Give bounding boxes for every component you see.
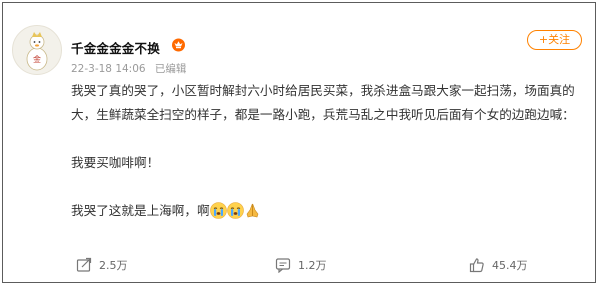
username[interactable]: 千金金金金不换 [71, 38, 160, 57]
crown-badge-icon[interactable] [171, 37, 186, 52]
post-paragraph: 我哭了真的哭了，小区暂时解封六小时给居民买菜，我杀进盒马跟大家一起扫荡，场面真的… [71, 83, 575, 122]
post-time[interactable]: 22-3-18 14:06 [71, 63, 146, 75]
post-meta: 22-3-18 14:06 已编辑 [71, 61, 186, 76]
like-button[interactable]: 45.4万 [469, 257, 528, 273]
share-icon [76, 257, 92, 272]
edited-label[interactable]: 已编辑 [155, 63, 187, 75]
crying-face-icon [209, 202, 227, 219]
svg-text:金: 金 [33, 54, 41, 64]
thumbs-up-icon [469, 258, 484, 273]
post-paragraph: 我要买咖啡啊！ [71, 155, 160, 170]
post-paragraph-text: 我哭了这就是上海啊，啊 [71, 203, 210, 218]
follow-button[interactable]: +关注 [527, 30, 582, 50]
like-count: 45.4万 [492, 259, 528, 272]
crying-face-icon [226, 202, 244, 219]
avatar[interactable]: 金 [12, 25, 62, 75]
weibo-post-card: 金 千金金金金不换 22-3-18 14:06 已编辑 +关注 我哭了真的哭了，… [2, 2, 596, 283]
post-paragraph-last: 我哭了这就是上海啊，啊 [71, 199, 586, 223]
comment-count: 1.2万 [298, 259, 327, 272]
praying-hands-icon [244, 202, 261, 219]
post-actions: 2.5万 1.2万 45.4万 [3, 253, 595, 281]
share-button[interactable]: 2.5万 [76, 257, 128, 273]
post-content: 我哭了真的哭了，小区暂时解封六小时给居民买菜，我杀进盒马跟大家一起扫荡，场面真的… [71, 79, 586, 223]
share-count: 2.5万 [99, 259, 128, 272]
comment-icon [275, 258, 291, 273]
comment-button[interactable]: 1.2万 [275, 257, 327, 273]
